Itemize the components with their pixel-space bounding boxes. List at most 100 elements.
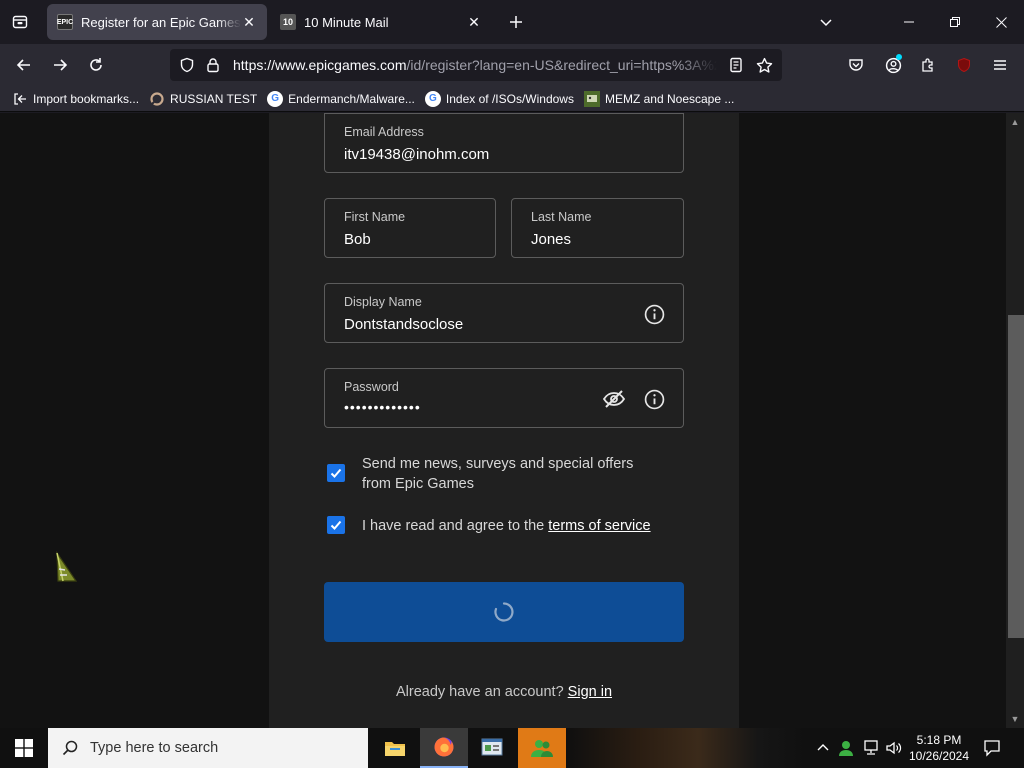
close-icon[interactable]: ✕ <box>241 14 257 30</box>
close-window-button[interactable] <box>978 0 1024 44</box>
site-info-button[interactable] <box>203 55 223 75</box>
restore-button[interactable] <box>932 0 978 44</box>
first-name-value: Bob <box>344 231 371 248</box>
email-field[interactable]: Email Address itv19438@inohm.com <box>324 113 684 173</box>
first-name-field[interactable]: First Name Bob <box>324 198 496 258</box>
firefox-view-button[interactable] <box>6 8 34 36</box>
app-menu-button[interactable] <box>985 50 1015 80</box>
first-name-label: First Name <box>344 210 406 224</box>
users-app-button[interactable] <box>518 728 566 768</box>
notification-dot <box>896 54 902 60</box>
tab-epic-register[interactable]: EPIC Register for an Epic Games account … <box>47 4 267 40</box>
clock-time: 5:18 PM <box>916 733 962 747</box>
bookmark-memz[interactable]: MEMZ and Noescape ... <box>583 90 735 107</box>
users-icon <box>531 740 553 757</box>
import-icon <box>12 91 28 107</box>
new-tab-button[interactable] <box>502 8 530 36</box>
page-scrollbar[interactable]: ▲ ▼ <box>1006 113 1024 728</box>
circle-icon <box>149 91 165 107</box>
password-field[interactable]: Password ••••••••••••• <box>324 368 684 428</box>
reload-icon <box>90 58 102 71</box>
register-form-card: Email Address itv19438@inohm.com First N… <box>269 113 739 728</box>
start-button[interactable] <box>0 728 48 768</box>
password-label: Password <box>344 380 399 394</box>
bookmarks-toolbar: Import bookmarks... RUSSIAN TEST G Ender… <box>0 86 1024 112</box>
chevron-up-icon <box>817 744 829 751</box>
scroll-down-icon[interactable]: ▼ <box>1009 713 1021 725</box>
info-icon[interactable] <box>642 387 666 411</box>
user-tray-icon <box>839 741 853 756</box>
reader-view-button[interactable] <box>726 55 746 75</box>
plus-icon <box>510 16 522 28</box>
terms-of-service-link[interactable]: terms of service <box>548 518 650 534</box>
clock-date: 10/26/2024 <box>908 749 970 763</box>
firefox-button[interactable] <box>420 728 468 768</box>
volume-button[interactable] <box>884 738 904 758</box>
url-text[interactable]: https://www.epicgames.com/id/register?la… <box>233 57 717 73</box>
folder-icon <box>385 742 405 756</box>
email-value: itv19438@inohm.com <box>344 146 490 163</box>
file-explorer-button[interactable] <box>371 728 419 768</box>
image-icon <box>583 90 600 107</box>
bookmark-endermanch[interactable]: G Endermanch/Malware... <box>267 90 415 107</box>
tab-10-minute-mail[interactable]: 10 10 Minute Mail ✕ <box>270 4 492 40</box>
sign-in-link[interactable]: Sign in <box>568 684 612 700</box>
info-icon[interactable] <box>642 302 666 326</box>
taskbar-search[interactable]: Type here to search <box>48 728 368 768</box>
loading-spinner-icon <box>494 602 514 622</box>
last-name-value: Jones <box>531 231 572 248</box>
news-checkbox-label[interactable]: Send me news, surveys and special offers… <box>362 454 662 494</box>
url-host: https://www.epicgames.com <box>233 57 407 73</box>
url-bar[interactable]: https://www.epicgames.com/id/register?la… <box>170 49 782 81</box>
bookmark-label: Import bookmarks... <box>33 91 140 106</box>
taskbar-clock[interactable]: 5:18 PM 10/26/2024 <box>903 732 975 764</box>
firefox-view-icon <box>12 15 28 29</box>
last-name-field[interactable]: Last Name Jones <box>511 198 684 258</box>
network-icon <box>864 740 878 755</box>
bookmark-star-button[interactable] <box>754 55 774 75</box>
speaker-icon <box>886 741 902 755</box>
restore-icon <box>950 17 960 27</box>
network-button[interactable] <box>861 738 881 758</box>
close-icon[interactable]: ✕ <box>466 14 482 30</box>
scroll-up-icon[interactable]: ▲ <box>1009 116 1021 128</box>
bookmark-russian-test[interactable]: RUSSIAN TEST <box>149 91 257 107</box>
checkmark-icon <box>330 520 342 530</box>
windows-logo-icon <box>15 739 33 757</box>
eye-slash-icon[interactable] <box>602 387 626 411</box>
bookmark-label: MEMZ and Noescape ... <box>604 91 735 106</box>
tracking-protection-button[interactable] <box>177 55 197 75</box>
reload-button[interactable] <box>81 50 111 80</box>
user-tray-button[interactable] <box>836 738 856 758</box>
minimize-button[interactable] <box>886 0 932 44</box>
window-app-icon <box>481 738 503 756</box>
taskbar-background-image <box>566 728 806 768</box>
back-button[interactable] <box>9 50 39 80</box>
terms-checkbox[interactable] <box>327 516 345 534</box>
bookmark-import[interactable]: Import bookmarks... <box>12 91 139 107</box>
pocket-button[interactable] <box>841 50 871 80</box>
arrow-left-icon <box>16 59 30 71</box>
account-button[interactable] <box>878 50 908 80</box>
scroll-thumb[interactable] <box>1008 315 1024 638</box>
list-all-tabs-button[interactable] <box>812 8 840 36</box>
tab-title: 10 Minute Mail <box>304 14 389 30</box>
ten-minute-mail-icon: 10 <box>280 14 296 30</box>
forward-button[interactable] <box>45 50 75 80</box>
puzzle-icon <box>922 58 933 72</box>
action-center-button[interactable] <box>982 738 1002 758</box>
display-name-field[interactable]: Display Name Dontstandsoclose <box>324 283 684 343</box>
show-hidden-icons-button[interactable] <box>813 738 833 758</box>
news-checkbox[interactable] <box>327 464 345 482</box>
continue-button[interactable] <box>324 582 684 642</box>
page-viewport: Email Address itv19438@inohm.com First N… <box>0 113 1024 728</box>
google-icon: G <box>267 90 284 107</box>
hamburger-menu-icon <box>994 60 1006 70</box>
bookmark-isos[interactable]: G Index of /ISOs/Windows <box>424 90 574 107</box>
bookmark-label: Endermanch/Malware... <box>288 91 415 106</box>
extensions-button[interactable] <box>913 50 943 80</box>
ublock-origin-button[interactable] <box>949 50 979 80</box>
control-panel-button[interactable] <box>468 728 516 768</box>
terms-prefix: I have read and agree to the <box>362 518 549 534</box>
chevron-down-icon <box>820 19 832 27</box>
